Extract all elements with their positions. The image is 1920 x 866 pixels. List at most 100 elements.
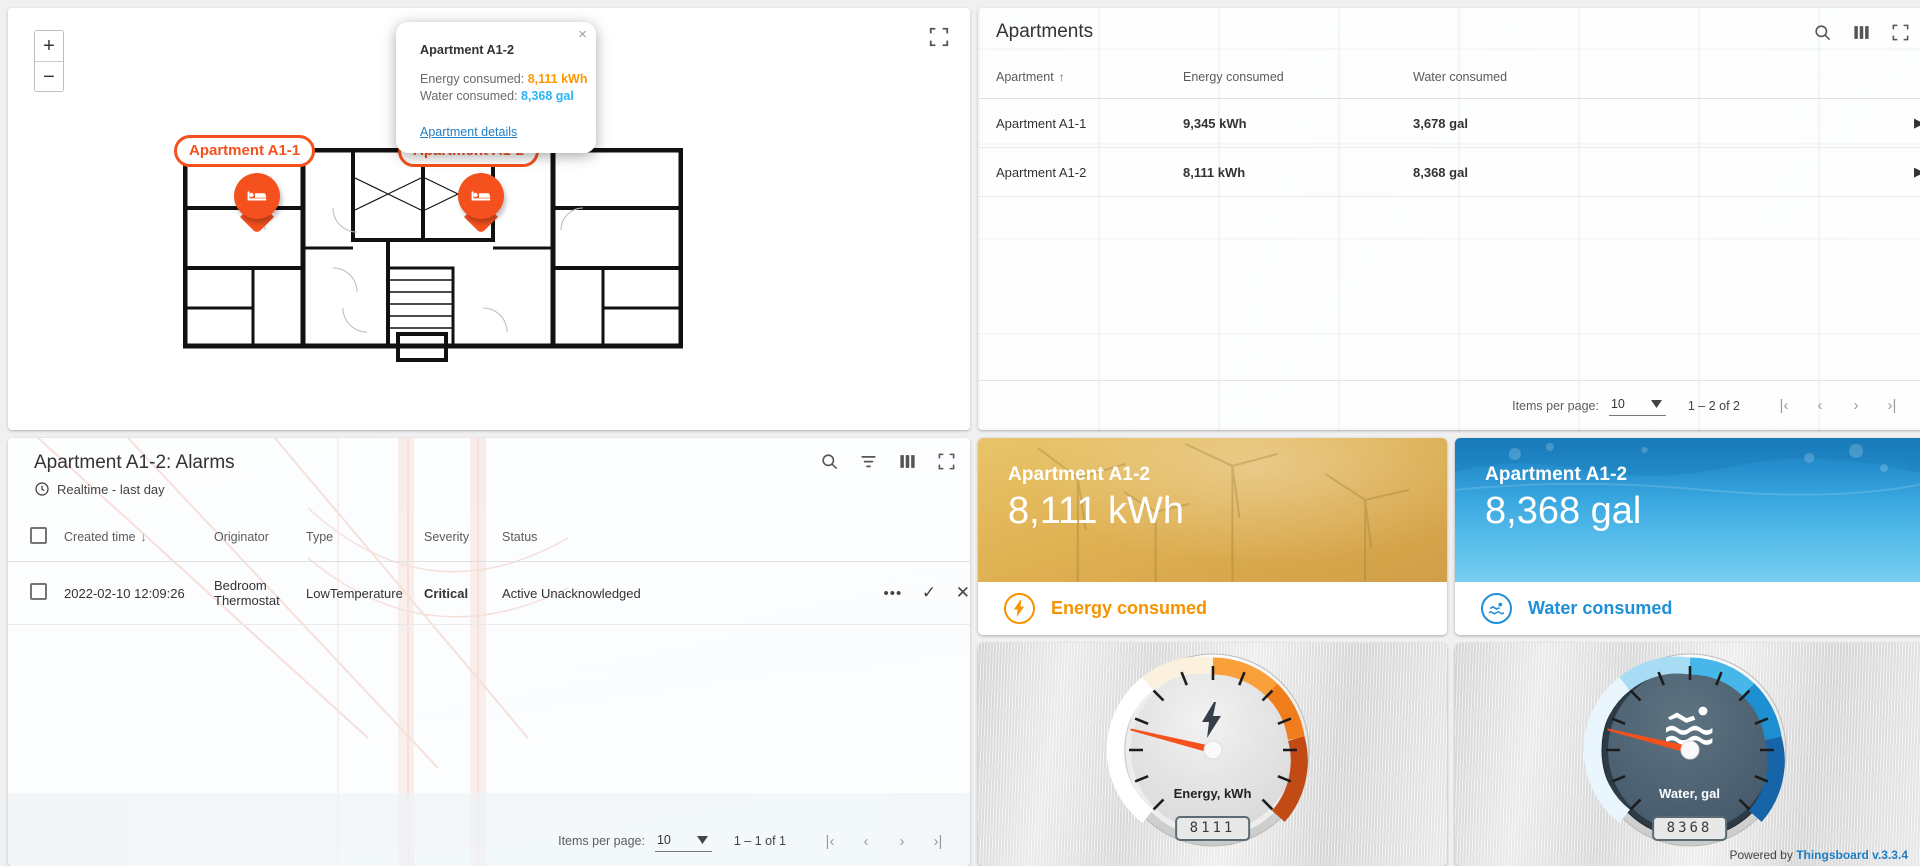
- metrics-panel: Apartment A1-2 8,111 kWh Energy consumed: [978, 438, 1920, 866]
- bed-icon: [245, 184, 269, 208]
- column-header-select-all: [8, 511, 64, 562]
- fullscreen-icon[interactable]: [1891, 23, 1910, 42]
- column-header-originator[interactable]: Originator: [214, 511, 306, 562]
- column-settings-icon[interactable]: [1852, 23, 1871, 42]
- first-page-button[interactable]: |‹: [812, 823, 848, 859]
- map-marker-apartment-a1-1[interactable]: Apartment A1-1: [234, 173, 280, 233]
- apartments-header-actions: [1813, 23, 1910, 42]
- row-checkbox[interactable]: [30, 583, 47, 600]
- alarm-clear-icon[interactable]: ✕: [956, 583, 970, 603]
- water-card-caption: Water consumed: [1528, 598, 1672, 619]
- first-page-button[interactable]: |‹: [1766, 388, 1802, 424]
- last-page-button[interactable]: ›|: [920, 823, 956, 859]
- prev-page-button[interactable]: ‹: [848, 823, 884, 859]
- powered-by-footer: Powered by Thingsboard v.3.3.4: [1729, 848, 1908, 862]
- alarms-paginator: Items per page: 10 1 – 1 of 1 |‹ ‹ › ›|: [8, 816, 970, 866]
- energy-gauge-readout: 8111: [1175, 816, 1251, 841]
- fullscreen-icon[interactable]: [937, 452, 956, 471]
- pin-head: [458, 173, 504, 219]
- water-gauge-card: Water, gal 8368: [1455, 643, 1920, 866]
- column-header-energy[interactable]: Energy consumed: [1183, 56, 1413, 99]
- table-row[interactable]: 2022-02-10 12:09:26 Bedroom Thermostat L…: [8, 562, 970, 625]
- column-label: Created time: [64, 530, 136, 544]
- table-row[interactable]: Apartment A1-1 9,345 kWh 3,678 gal ▶: [978, 99, 1920, 148]
- map-fullscreen-icon[interactable]: [928, 26, 950, 48]
- column-header-created-time[interactable]: Created time↓: [64, 511, 214, 562]
- next-page-button[interactable]: ›: [1838, 388, 1874, 424]
- items-per-page-value: 10: [1611, 397, 1625, 411]
- map-pin[interactable]: [234, 173, 280, 233]
- alarms-timewindow[interactable]: Realtime - last day: [34, 481, 235, 497]
- water-card-footer: Water consumed: [1455, 582, 1920, 635]
- last-page-button[interactable]: ›|: [1874, 388, 1910, 424]
- apartments-table-head: Apartment ↑ Energy consumed Water consume…: [978, 56, 1920, 99]
- popup-close-icon[interactable]: ×: [578, 27, 587, 42]
- column-header-alarm-actions: [830, 511, 970, 562]
- apartments-paginator: Items per page: 10 1 – 2 of 2 |‹ ‹ › ›|: [978, 380, 1920, 430]
- water-card-hero: Apartment A1-2 8,368 gal: [1455, 438, 1920, 582]
- pin-head: [234, 173, 280, 219]
- popup-water-row: Water consumed: 8,368 gal: [420, 88, 580, 105]
- pagination-buttons: |‹ ‹ › ›|: [1766, 388, 1910, 424]
- prev-page-button[interactable]: ‹: [1802, 388, 1838, 424]
- column-header-status[interactable]: Status: [502, 511, 830, 562]
- alarm-more-icon[interactable]: •••: [883, 585, 902, 602]
- cell-water: 3,678 gal: [1413, 99, 1854, 148]
- water-consumed-card[interactable]: Apartment A1-2 8,368 gal Water consumed: [1455, 438, 1920, 635]
- pagination-buttons: |‹ ‹ › ›|: [812, 823, 956, 859]
- apartment-details-link[interactable]: Apartment details: [420, 125, 517, 139]
- items-per-page-select[interactable]: 10: [655, 831, 712, 852]
- cell-originator: Bedroom Thermostat: [214, 562, 306, 625]
- map-zoom-in-button[interactable]: +: [35, 31, 63, 61]
- map-zoom-controls[interactable]: + −: [34, 30, 64, 92]
- water-card-name: Apartment A1-2: [1485, 464, 1920, 486]
- column-label: Apartment: [996, 70, 1054, 84]
- search-icon[interactable]: [1813, 23, 1832, 42]
- column-header-water[interactable]: Water consumed: [1413, 56, 1854, 99]
- popup-water-label: Water consumed:: [420, 88, 518, 105]
- water-gauge-readout: 8368: [1652, 816, 1728, 841]
- alarms-header: Apartment A1-2: Alarms Realtime - last d…: [8, 438, 970, 497]
- alarm-acknowledge-icon[interactable]: ✓: [922, 583, 936, 603]
- items-per-page-select[interactable]: 10: [1609, 395, 1666, 416]
- page-range-label: 1 – 2 of 2: [1688, 399, 1740, 413]
- column-header-actions: [1854, 56, 1920, 99]
- cell-apartment: Apartment A1-2: [978, 148, 1183, 197]
- energy-card-hero: Apartment A1-2 8,111 kWh: [978, 438, 1447, 582]
- apartments-table-body: Apartment A1-1 9,345 kWh 3,678 gal ▶ Apa…: [978, 99, 1920, 197]
- row-details-arrow-icon[interactable]: ▶: [1854, 148, 1920, 197]
- water-gauge-label: Water, gal: [1455, 786, 1920, 801]
- select-all-checkbox[interactable]: [30, 527, 47, 544]
- table-row[interactable]: Apartment A1-2 8,111 kWh 8,368 gal ▶: [978, 148, 1920, 197]
- table-header-row: Apartment ↑ Energy consumed Water consume…: [978, 56, 1920, 99]
- map-pin[interactable]: [458, 173, 504, 233]
- chevron-down-icon: [697, 836, 708, 844]
- row-details-arrow-icon[interactable]: ▶: [1854, 99, 1920, 148]
- sort-asc-icon: ↑: [1059, 70, 1065, 84]
- cell-severity: Critical: [424, 562, 502, 625]
- energy-gauge-card: Energy, kWh 8111: [978, 643, 1447, 866]
- map-zoom-out-button[interactable]: −: [35, 61, 63, 91]
- energy-consumed-card[interactable]: Apartment A1-2 8,111 kWh Energy consumed: [978, 438, 1447, 635]
- cell-created-time: 2022-02-10 12:09:26: [64, 562, 214, 625]
- search-icon[interactable]: [820, 452, 839, 471]
- column-settings-icon[interactable]: [898, 452, 917, 471]
- next-page-button[interactable]: ›: [884, 823, 920, 859]
- popup-water-value: 8,368 gal: [521, 89, 574, 103]
- filter-icon[interactable]: [859, 452, 878, 471]
- table-header-row: Created time↓ Originator Type Severity S…: [8, 511, 970, 562]
- column-header-apartment[interactable]: Apartment ↑: [978, 56, 1183, 99]
- energy-card-value: 8,111 kWh: [1008, 488, 1447, 534]
- popup-metrics: Energy consumed: 8,111 kWh Water consume…: [420, 71, 580, 105]
- map-marker-apartment-a1-2[interactable]: Apartment A1-2: [458, 173, 504, 233]
- chevron-down-icon: [1651, 400, 1662, 408]
- column-header-type[interactable]: Type: [306, 511, 424, 562]
- apartments-widget: Apartments Apartment↑ Energy: [978, 8, 1920, 430]
- energy-gauge-label: Energy, kWh: [978, 786, 1447, 801]
- swimmer-icon: [1481, 593, 1512, 624]
- column-header-severity[interactable]: Severity: [424, 511, 502, 562]
- popup-energy-value: 8,111 kWh: [528, 72, 588, 86]
- map-canvas[interactable]: + − Apartment A1-1: [8, 8, 970, 430]
- thingsboard-link[interactable]: Thingsboard v.3.3.4: [1796, 848, 1908, 862]
- cell-water: 8,368 gal: [1413, 148, 1854, 197]
